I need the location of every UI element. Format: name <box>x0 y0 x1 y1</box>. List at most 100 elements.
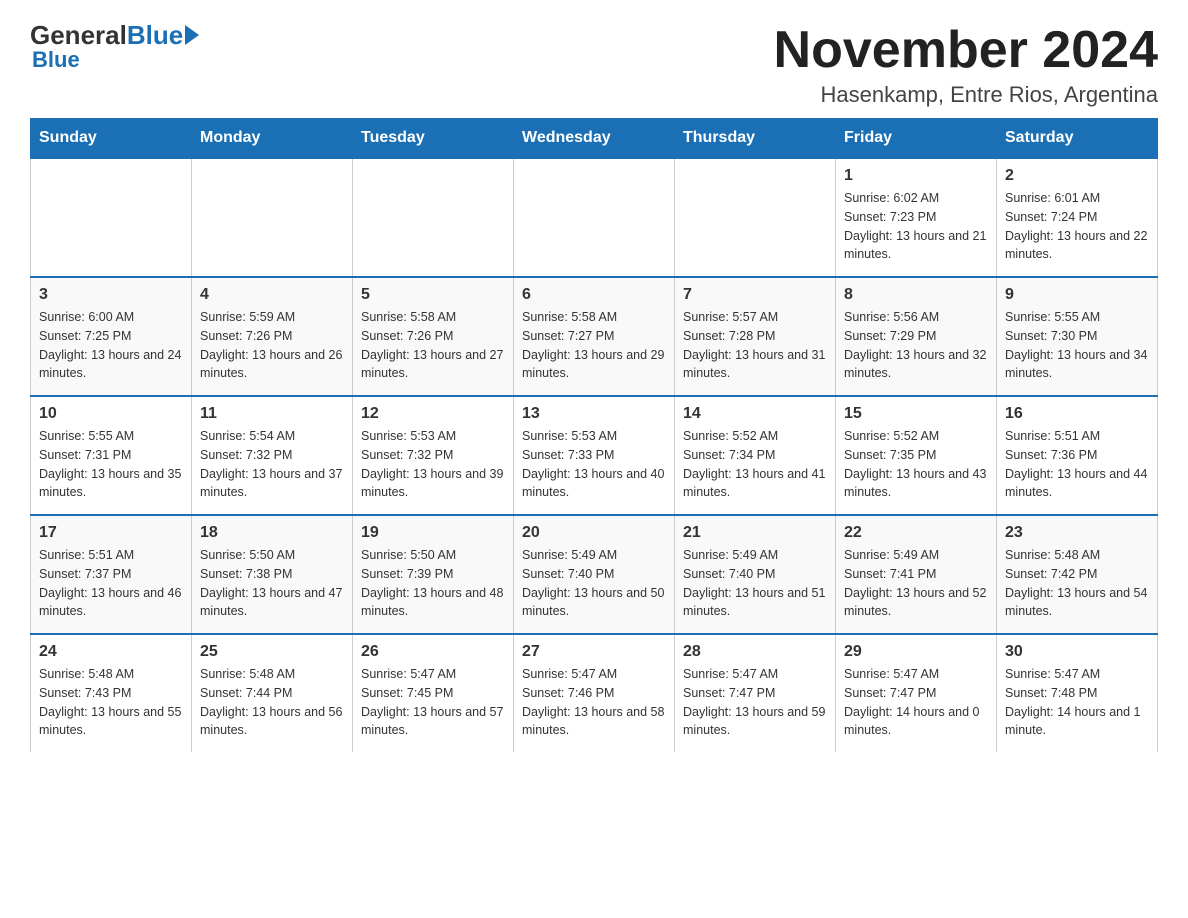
calendar-cell: 25 Sunrise: 5:48 AM Sunset: 7:44 PM Dayli… <box>192 634 353 752</box>
calendar-cell: 9 Sunrise: 5:55 AM Sunset: 7:30 PM Daylig… <box>997 277 1158 396</box>
day-info: Sunrise: 5:54 AM Sunset: 7:32 PM Dayligh… <box>200 427 344 502</box>
day-number: 2 <box>1005 167 1149 185</box>
logo-subtitle: Blue <box>32 47 80 73</box>
day-info: Sunrise: 5:48 AM Sunset: 7:44 PM Dayligh… <box>200 665 344 740</box>
calendar-cell: 26 Sunrise: 5:47 AM Sunset: 7:45 PM Dayli… <box>353 634 514 752</box>
day-number: 29 <box>844 643 988 661</box>
day-number: 13 <box>522 405 666 423</box>
day-number: 3 <box>39 286 183 304</box>
title-section: November 2024 Hasenkamp, Entre Rios, Arg… <box>774 20 1158 108</box>
day-info: Sunrise: 6:01 AM Sunset: 7:24 PM Dayligh… <box>1005 189 1149 264</box>
day-info: Sunrise: 5:47 AM Sunset: 7:47 PM Dayligh… <box>844 665 988 740</box>
day-info: Sunrise: 5:52 AM Sunset: 7:34 PM Dayligh… <box>683 427 827 502</box>
calendar-cell: 13 Sunrise: 5:53 AM Sunset: 7:33 PM Dayli… <box>514 396 675 515</box>
calendar-cell <box>675 158 836 277</box>
calendar-cell: 30 Sunrise: 5:47 AM Sunset: 7:48 PM Dayli… <box>997 634 1158 752</box>
calendar-cell <box>353 158 514 277</box>
day-number: 4 <box>200 286 344 304</box>
day-number: 12 <box>361 405 505 423</box>
day-info: Sunrise: 5:59 AM Sunset: 7:26 PM Dayligh… <box>200 308 344 383</box>
day-info: Sunrise: 5:52 AM Sunset: 7:35 PM Dayligh… <box>844 427 988 502</box>
day-number: 17 <box>39 524 183 542</box>
calendar-week-row: 24 Sunrise: 5:48 AM Sunset: 7:43 PM Dayli… <box>31 634 1158 752</box>
day-number: 26 <box>361 643 505 661</box>
calendar-cell: 18Sunrise: 5:50 AM Sunset: 7:38 PM Dayli… <box>192 515 353 634</box>
calendar-cell: 7 Sunrise: 5:57 AM Sunset: 7:28 PM Daylig… <box>675 277 836 396</box>
day-info: Sunrise: 5:49 AM Sunset: 7:40 PM Dayligh… <box>522 546 666 621</box>
calendar-cell: 8 Sunrise: 5:56 AM Sunset: 7:29 PM Daylig… <box>836 277 997 396</box>
day-number: 22 <box>844 524 988 542</box>
day-number: 8 <box>844 286 988 304</box>
day-info: Sunrise: 5:57 AM Sunset: 7:28 PM Dayligh… <box>683 308 827 383</box>
day-info: Sunrise: 5:56 AM Sunset: 7:29 PM Dayligh… <box>844 308 988 383</box>
day-number: 28 <box>683 643 827 661</box>
logo-arrow-icon <box>185 25 199 45</box>
calendar-cell <box>514 158 675 277</box>
day-number: 7 <box>683 286 827 304</box>
calendar-table: SundayMondayTuesdayWednesdayThursdayFrid… <box>30 118 1158 752</box>
page-header: General Blue Blue November 2024 Hasenkam… <box>30 20 1158 108</box>
day-number: 25 <box>200 643 344 661</box>
day-info: Sunrise: 5:49 AM Sunset: 7:40 PM Dayligh… <box>683 546 827 621</box>
calendar-week-row: 3 Sunrise: 6:00 AM Sunset: 7:25 PM Daylig… <box>31 277 1158 396</box>
day-header-monday: Monday <box>192 119 353 159</box>
calendar-cell: 15 Sunrise: 5:52 AM Sunset: 7:35 PM Dayli… <box>836 396 997 515</box>
calendar-cell: 6Sunrise: 5:58 AM Sunset: 7:27 PM Daylig… <box>514 277 675 396</box>
day-number: 30 <box>1005 643 1149 661</box>
day-info: Sunrise: 5:55 AM Sunset: 7:30 PM Dayligh… <box>1005 308 1149 383</box>
day-number: 16 <box>1005 405 1149 423</box>
calendar-week-row: 1 Sunrise: 6:02 AM Sunset: 7:23 PM Daylig… <box>31 158 1158 277</box>
day-info: Sunrise: 5:47 AM Sunset: 7:45 PM Dayligh… <box>361 665 505 740</box>
day-info: Sunrise: 5:53 AM Sunset: 7:32 PM Dayligh… <box>361 427 505 502</box>
calendar-cell: 3 Sunrise: 6:00 AM Sunset: 7:25 PM Daylig… <box>31 277 192 396</box>
day-header-wednesday: Wednesday <box>514 119 675 159</box>
calendar-cell: 5Sunrise: 5:58 AM Sunset: 7:26 PM Daylig… <box>353 277 514 396</box>
calendar-cell: 20 Sunrise: 5:49 AM Sunset: 7:40 PM Dayli… <box>514 515 675 634</box>
day-number: 19 <box>361 524 505 542</box>
calendar-cell: 19 Sunrise: 5:50 AM Sunset: 7:39 PM Dayli… <box>353 515 514 634</box>
day-number: 14 <box>683 405 827 423</box>
logo: General Blue Blue <box>30 20 199 73</box>
day-info: Sunrise: 5:48 AM Sunset: 7:43 PM Dayligh… <box>39 665 183 740</box>
calendar-cell: 2 Sunrise: 6:01 AM Sunset: 7:24 PM Daylig… <box>997 158 1158 277</box>
day-info: Sunrise: 5:53 AM Sunset: 7:33 PM Dayligh… <box>522 427 666 502</box>
calendar-cell: 12 Sunrise: 5:53 AM Sunset: 7:32 PM Dayli… <box>353 396 514 515</box>
calendar-cell: 21 Sunrise: 5:49 AM Sunset: 7:40 PM Dayli… <box>675 515 836 634</box>
day-info: Sunrise: 5:51 AM Sunset: 7:36 PM Dayligh… <box>1005 427 1149 502</box>
day-header-saturday: Saturday <box>997 119 1158 159</box>
day-header-tuesday: Tuesday <box>353 119 514 159</box>
day-number: 23 <box>1005 524 1149 542</box>
day-info: Sunrise: 6:02 AM Sunset: 7:23 PM Dayligh… <box>844 189 988 264</box>
day-info: Sunrise: 5:51 AM Sunset: 7:37 PM Dayligh… <box>39 546 183 621</box>
day-header-thursday: Thursday <box>675 119 836 159</box>
day-info: Sunrise: 5:49 AM Sunset: 7:41 PM Dayligh… <box>844 546 988 621</box>
month-title: November 2024 <box>774 20 1158 80</box>
day-header-friday: Friday <box>836 119 997 159</box>
day-number: 15 <box>844 405 988 423</box>
calendar-cell: 1 Sunrise: 6:02 AM Sunset: 7:23 PM Daylig… <box>836 158 997 277</box>
day-info: Sunrise: 5:48 AM Sunset: 7:42 PM Dayligh… <box>1005 546 1149 621</box>
day-info: Sunrise: 5:47 AM Sunset: 7:48 PM Dayligh… <box>1005 665 1149 740</box>
calendar-cell: 11Sunrise: 5:54 AM Sunset: 7:32 PM Dayli… <box>192 396 353 515</box>
day-info: Sunrise: 5:47 AM Sunset: 7:46 PM Dayligh… <box>522 665 666 740</box>
day-number: 21 <box>683 524 827 542</box>
day-info: Sunrise: 5:50 AM Sunset: 7:39 PM Dayligh… <box>361 546 505 621</box>
calendar-cell <box>192 158 353 277</box>
calendar-cell: 17 Sunrise: 5:51 AM Sunset: 7:37 PM Dayli… <box>31 515 192 634</box>
day-info: Sunrise: 6:00 AM Sunset: 7:25 PM Dayligh… <box>39 308 183 383</box>
day-number: 5 <box>361 286 505 304</box>
calendar-cell: 27 Sunrise: 5:47 AM Sunset: 7:46 PM Dayli… <box>514 634 675 752</box>
day-number: 10 <box>39 405 183 423</box>
day-info: Sunrise: 5:58 AM Sunset: 7:27 PM Dayligh… <box>522 308 666 383</box>
calendar-cell: 16 Sunrise: 5:51 AM Sunset: 7:36 PM Dayli… <box>997 396 1158 515</box>
calendar-cell: 24 Sunrise: 5:48 AM Sunset: 7:43 PM Dayli… <box>31 634 192 752</box>
location: Hasenkamp, Entre Rios, Argentina <box>774 82 1158 108</box>
day-number: 1 <box>844 167 988 185</box>
day-number: 20 <box>522 524 666 542</box>
calendar-cell: 22 Sunrise: 5:49 AM Sunset: 7:41 PM Dayli… <box>836 515 997 634</box>
day-number: 9 <box>1005 286 1149 304</box>
calendar-week-row: 10Sunrise: 5:55 AM Sunset: 7:31 PM Dayli… <box>31 396 1158 515</box>
day-number: 24 <box>39 643 183 661</box>
day-number: 27 <box>522 643 666 661</box>
calendar-header-row: SundayMondayTuesdayWednesdayThursdayFrid… <box>31 119 1158 159</box>
